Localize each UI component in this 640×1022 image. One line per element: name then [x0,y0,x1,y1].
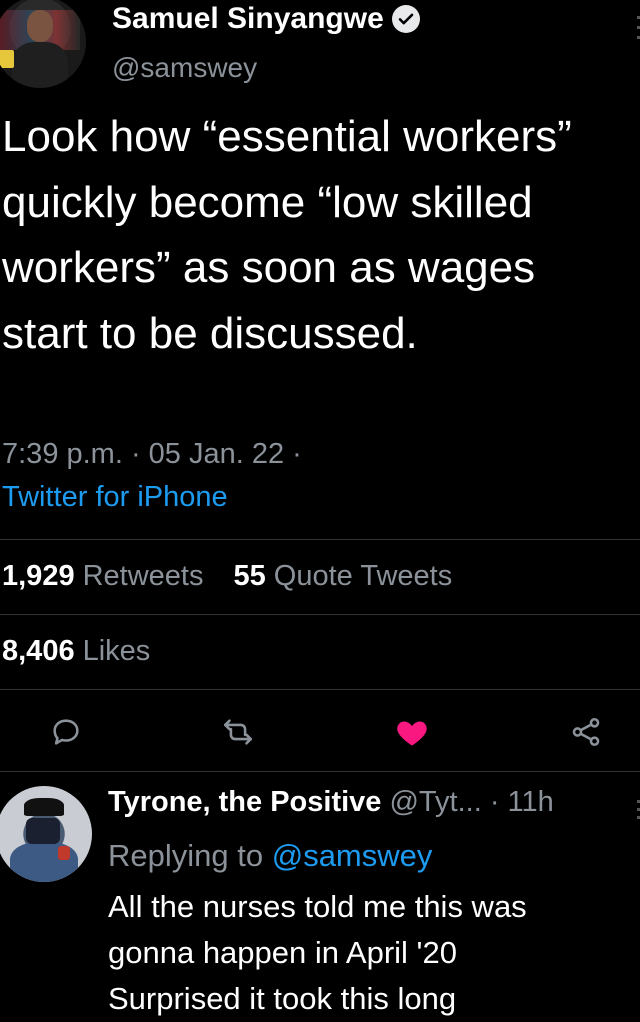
reply-header[interactable]: Tyrone, the Positive @Tyt... · 11h [108,786,554,819]
reply-text: All the nurses told me this was gonna ha… [108,884,628,1022]
retweet-icon [223,719,253,745]
reply-author-name[interactable]: Tyrone, the Positive [108,786,381,818]
reply-text-line: gonna happen in April '20 [108,935,457,970]
share-button[interactable] [564,710,608,754]
reply-icon [53,719,79,745]
reply-text-line: Surprised it took this long [108,981,457,1016]
replying-to-mention-link[interactable]: @samswey [272,838,433,873]
verified-badge-icon [391,5,420,33]
retweet-quote-stats: 1,929 Retweets 55 Quote Tweets [2,560,452,593]
divider [0,614,640,615]
reply-author-avatar[interactable] [0,786,92,882]
tweet-text: Look how “essential workers” quickly bec… [2,112,572,358]
divider [0,689,640,690]
author-name-row[interactable]: Samuel Sinyangwe [112,2,420,36]
author-handle[interactable]: @samswey [112,52,257,84]
like-button[interactable] [390,710,434,754]
author-name[interactable]: Samuel Sinyangwe [112,2,384,36]
reply-time: · 11h [481,786,554,818]
likes-stats[interactable]: 8,406 Likes [2,635,150,668]
author-avatar[interactable] [0,0,86,88]
replying-to: Replying to @samswey [108,838,433,873]
share-icon [572,717,600,747]
reply-text-line: All the nurses told me this was [108,889,527,924]
divider [0,771,640,772]
retweet-count-link[interactable]: 1,929 Retweets [2,560,203,592]
reply-author-handle[interactable]: @Tyt... [389,786,481,818]
reply-button[interactable] [44,710,88,754]
tweet-timestamp: 7:39 p.m. · 05 Jan. 22 · [2,438,302,470]
quote-count-link[interactable]: 55 Quote Tweets [234,560,453,592]
retweet-button[interactable] [216,710,260,754]
divider [0,539,640,540]
heart-icon [397,721,427,746]
tweet-source-link[interactable]: Twitter for iPhone [2,481,228,514]
